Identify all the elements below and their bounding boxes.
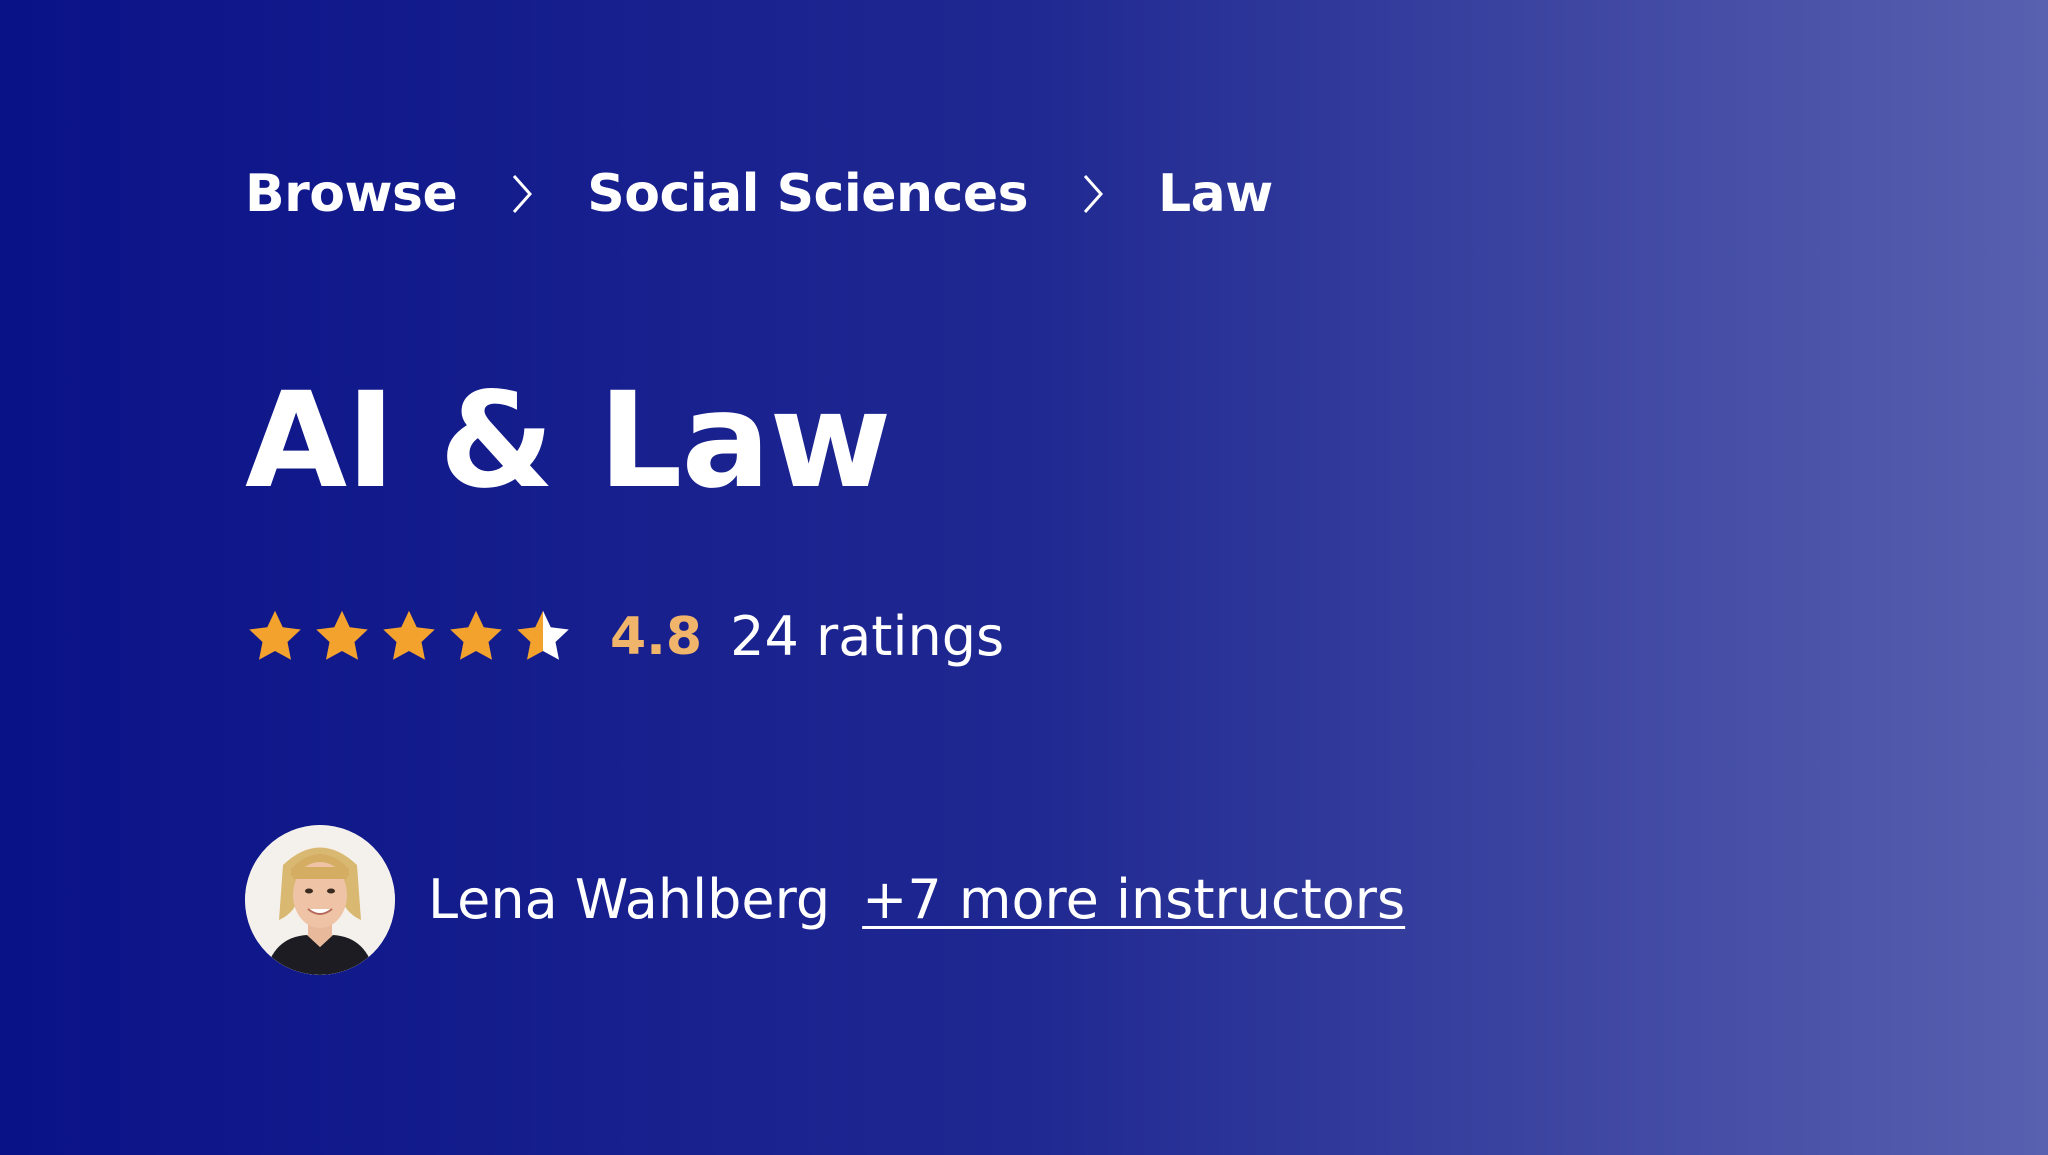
course-hero-banner: Browse Social Sciences Law AI & Law 4.8 … — [0, 0, 2048, 1155]
star-half-icon — [517, 610, 569, 660]
star-icon — [249, 610, 301, 660]
rating-summary: 4.8 24 ratings — [245, 607, 1004, 667]
rating-value: 4.8 — [610, 607, 703, 667]
rating-count: 24 ratings — [730, 605, 1005, 668]
more-instructors-link[interactable]: +7 more instructors — [862, 873, 1405, 927]
page-title: AI & Law — [245, 364, 891, 518]
chevron-right-icon — [1058, 172, 1128, 216]
breadcrumb-item-social-sciences[interactable]: Social Sciences — [587, 168, 1028, 220]
instructor-name[interactable]: Lena Wahlberg — [428, 873, 830, 927]
instructors: Lena Wahlberg +7 more instructors — [245, 825, 1405, 975]
star-rating — [245, 607, 580, 667]
chevron-right-icon — [487, 172, 557, 216]
star-icon — [383, 610, 435, 660]
star-icon — [316, 610, 368, 660]
breadcrumb: Browse Social Sciences Law — [245, 168, 1273, 220]
breadcrumb-item-browse[interactable]: Browse — [245, 168, 458, 220]
breadcrumb-item-law[interactable]: Law — [1158, 168, 1273, 220]
star-icon — [450, 610, 502, 660]
avatar[interactable] — [245, 825, 395, 975]
